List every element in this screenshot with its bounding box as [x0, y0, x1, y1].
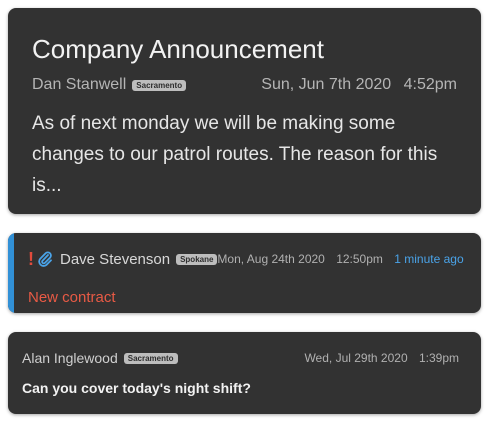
- message-body: Can you cover today's night shift?: [22, 380, 251, 396]
- message-icons: !: [28, 250, 52, 268]
- message-card[interactable]: Alan Inglewood Sacramento Wed, Jul 29th …: [8, 332, 481, 414]
- location-badge: Spokane: [176, 253, 218, 265]
- date: Mon, Aug 24th 2020: [217, 252, 325, 266]
- timestamp: Wed, Jul 29th 2020 1:39pm: [304, 351, 459, 365]
- author-name: Dan Stanwell: [32, 76, 127, 93]
- message-subject: New contract: [28, 289, 116, 306]
- time: 1:39pm: [418, 351, 459, 365]
- timestamp: Mon, Aug 24th 2020 12:50pm 1 minute ago: [217, 252, 463, 266]
- author-info: Dan Stanwell Sacramento: [32, 76, 187, 94]
- author-info: Alan Inglewood Sacramento: [22, 350, 178, 366]
- date: Wed, Jul 29th 2020: [304, 351, 408, 365]
- announcement-card[interactable]: Company Announcement Dan Stanwell Sacram…: [8, 8, 481, 214]
- author-info: ! Dave Stevenson Spokane: [28, 250, 218, 268]
- timestamp: Sun, Jun 7th 2020 4:52pm: [261, 76, 457, 94]
- paperclip-icon: [38, 250, 52, 268]
- location-badge: Sacramento: [123, 352, 178, 364]
- message-meta: ! Dave Stevenson Spokane Mon, Aug 24th 2…: [28, 247, 464, 271]
- time: 4:52pm: [403, 76, 457, 93]
- message-card-urgent[interactable]: ! Dave Stevenson Spokane Mon, Aug 24th 2…: [8, 233, 481, 313]
- message-meta: Alan Inglewood Sacramento Wed, Jul 29th …: [22, 348, 459, 368]
- author-name: Alan Inglewood: [22, 350, 118, 366]
- date: Sun, Jun 7th 2020: [261, 76, 392, 93]
- location-badge: Sacramento: [132, 79, 187, 91]
- unread-accent-bar: [8, 233, 14, 313]
- announcement-title: Company Announcement: [32, 34, 324, 64]
- author-name: Dave Stevenson: [60, 250, 171, 268]
- time: 12:50pm: [336, 252, 383, 266]
- relative-time: 1 minute ago: [394, 252, 464, 266]
- exclamation-icon: !: [28, 249, 34, 269]
- announcement-body: As of next monday we will be making some…: [32, 113, 438, 196]
- announcement-meta: Dan Stanwell Sacramento Sun, Jun 7th 202…: [32, 74, 457, 96]
